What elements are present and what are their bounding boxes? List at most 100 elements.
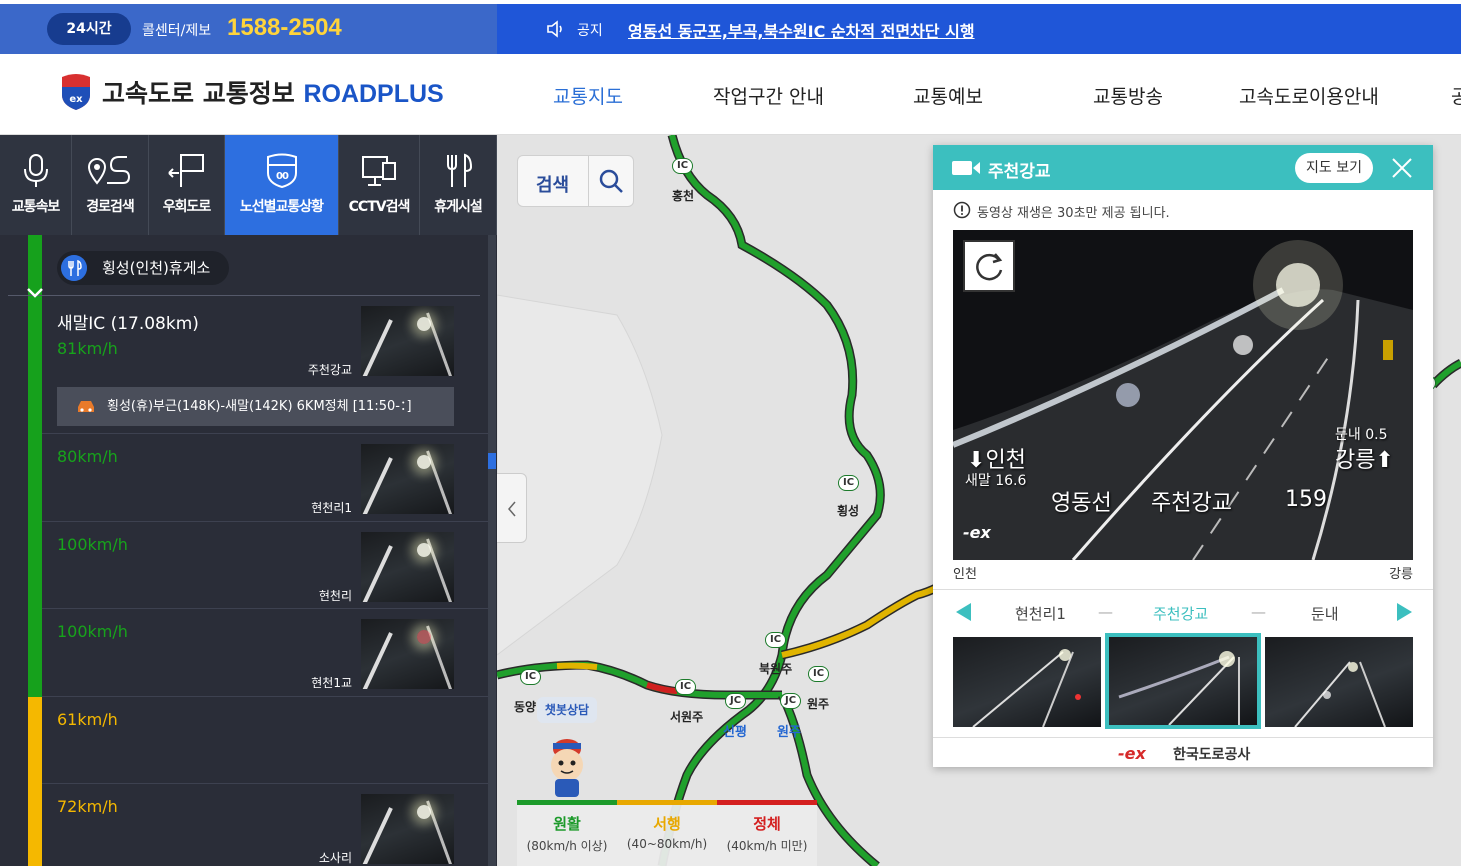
prev-arrow-icon[interactable]	[953, 601, 975, 623]
divider	[933, 589, 1433, 590]
camera-label: 현천리	[318, 589, 352, 603]
segment-divider	[42, 521, 488, 522]
panel-collapse-button[interactable]	[497, 473, 527, 543]
speed-bar-yellow	[28, 697, 42, 866]
video-km: 159	[1285, 487, 1327, 512]
cctv-video[interactable]: ⬇인천 새말 16.6 둔내 0.5 강릉⬆ 영동선 주천강교 159 -ex	[953, 230, 1413, 560]
camera-thumbnail-prev[interactable]	[953, 637, 1101, 727]
chatbot-button[interactable]: 챗봇상담	[537, 697, 597, 723]
camera-thumbnail-next[interactable]	[1265, 637, 1413, 727]
site-header: ex 고속도로 교통정보 ROADPLUS 교통지도 작업구간 안내 교통예보 …	[0, 54, 1461, 135]
close-icon[interactable]	[1391, 157, 1413, 179]
nav-current-camera[interactable]: 주천강교	[1153, 603, 1208, 624]
nav-traffic-map[interactable]: 교통지도	[553, 82, 623, 109]
map-search-box[interactable]: 검색	[517, 155, 634, 207]
divider	[588, 156, 589, 206]
map-label-dongyang: 동양	[514, 700, 537, 714]
ex-logo-icon: -ex	[1118, 744, 1146, 762]
tab-route-search[interactable]: 경로검색	[72, 135, 149, 235]
map-label-wonju: 원주	[807, 697, 830, 711]
search-label[interactable]: 검색	[536, 171, 569, 197]
tab-route-traffic[interactable]: 00 노선별교통상황	[225, 135, 339, 235]
refresh-button[interactable]	[963, 240, 1015, 292]
video-dir-right: 강릉⬆	[1335, 448, 1394, 473]
map-view-button[interactable]: 지도 보기	[1295, 153, 1373, 183]
fork-knife-icon	[61, 255, 87, 281]
segment-speed: 100km/h	[57, 622, 128, 641]
tab-label: CCTV검색	[348, 199, 411, 215]
chevron-down-icon[interactable]	[24, 285, 46, 301]
nav-more-cut[interactable]: 공	[1451, 82, 1461, 109]
hours-badge: 24시간	[47, 13, 131, 45]
fork-knife-icon	[447, 153, 473, 187]
thumbnail-image	[972, 649, 1081, 727]
tab-label: 휴게시설	[434, 199, 483, 215]
site-logo-text[interactable]: 고속도로 교통정보 ROADPLUS	[102, 74, 444, 110]
camera-thumbnail[interactable]	[361, 532, 454, 602]
tab-rest-facilities[interactable]: 휴게시설	[420, 135, 497, 235]
detour-sign-icon	[167, 154, 204, 187]
thumbnail-image	[1294, 661, 1386, 727]
camera-label: 주천강교	[307, 363, 352, 377]
tab-traffic-news[interactable]: 교통속보	[0, 135, 72, 235]
jc-marker[interactable]: JC	[725, 693, 747, 709]
segment-divider	[42, 696, 488, 697]
nav-work-zones[interactable]: 작업구간 안내	[713, 82, 824, 109]
camera-label: 현천리1	[311, 501, 352, 515]
tab-label: 교통속보	[11, 199, 61, 215]
cctv-popup: 주천강교 지도 보기 동영상 재생은 30초만 제공 됩니다. ⬇인천 새말 1…	[933, 145, 1433, 767]
svg-text:-ex: -ex	[1118, 744, 1146, 762]
segment-title: 새말IC (17.08km)	[57, 314, 199, 334]
tab-label: 노선별교통상황	[239, 199, 324, 215]
segment-divider	[42, 783, 488, 784]
ic-marker[interactable]: IC	[672, 158, 694, 174]
search-icon[interactable]	[598, 168, 624, 194]
ex-shield-logo-icon[interactable]: ex	[58, 73, 94, 111]
chatbot-mascot-icon[interactable]	[537, 735, 597, 797]
tab-detour[interactable]: 우회도로	[149, 135, 225, 235]
legend-title: 정체	[753, 815, 781, 833]
ic-marker[interactable]: IC	[765, 632, 787, 648]
incident-notice[interactable]: 횡성(휴)부근(148K)-새말(142K) 6KM정체 [11:50-：]	[57, 387, 454, 426]
camera-thumbnail-current[interactable]	[1105, 633, 1261, 729]
route-icon	[87, 156, 131, 185]
microphone-icon	[23, 154, 48, 187]
legend-color-bar	[517, 800, 617, 805]
camera-thumbnail[interactable]	[361, 619, 454, 689]
popup-title: 주천강교	[988, 162, 1051, 182]
nav-traffic-forecast[interactable]: 교통예보	[913, 82, 983, 109]
monitor-icon	[362, 156, 396, 186]
video-dir-right-text: 강릉	[1335, 448, 1376, 473]
legend-title: 원활	[553, 815, 581, 833]
tab-label: 경로검색	[86, 199, 135, 215]
ic-marker[interactable]: IC	[808, 666, 830, 682]
notice-label: 공지	[577, 23, 603, 39]
nav-highway-guide[interactable]: 고속도로이용안내	[1239, 82, 1379, 109]
scrollbar-thumb[interactable]	[488, 453, 496, 469]
legend-range: (40~80km/h)	[626, 837, 708, 851]
next-arrow-icon[interactable]	[1393, 601, 1415, 623]
svg-text:ex: ex	[69, 94, 83, 105]
jc-marker[interactable]: JC	[780, 693, 802, 709]
camera-thumbnail[interactable]	[361, 794, 454, 864]
svg-text:00: 00	[276, 171, 289, 182]
ic-marker[interactable]: IC	[520, 669, 542, 685]
nav-dash: —	[1098, 603, 1113, 621]
nav-traffic-broadcast[interactable]: 교통방송	[1093, 82, 1163, 109]
tab-cctv-search[interactable]: CCTV검색	[339, 135, 420, 235]
rest-area-item[interactable]: 횡성(인천)휴게소	[57, 251, 229, 285]
callcenter-phone[interactable]: 1588-2504	[227, 14, 342, 42]
ic-marker[interactable]: IC	[838, 475, 860, 491]
legend-slow: 서행 (40~80km/h)	[617, 800, 717, 866]
notice-link[interactable]: 영동선 동군포,부곡,북수원IC 순차적 전면차단 시행	[628, 18, 975, 42]
chevron-left-icon	[508, 501, 516, 517]
ic-marker[interactable]: IC	[675, 679, 697, 695]
camera-thumbnail[interactable]	[361, 444, 454, 514]
camera-thumbnail[interactable]	[361, 306, 454, 376]
divider	[8, 295, 480, 296]
scrollbar-track[interactable]	[488, 235, 496, 866]
map-label-sinpyeong: 신평	[723, 725, 747, 740]
nav-next-camera[interactable]: 둔내	[1311, 603, 1339, 624]
nav-prev-camera[interactable]: 현천리1	[1015, 603, 1066, 624]
segment-divider	[42, 433, 488, 434]
